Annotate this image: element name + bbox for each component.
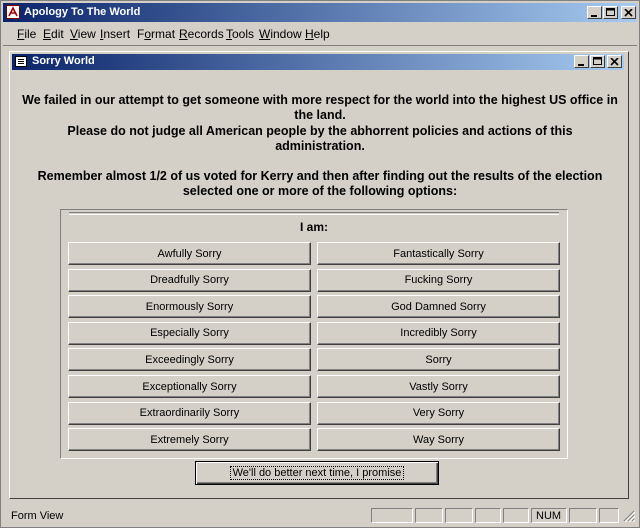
access-app-icon[interactable] (6, 5, 20, 19)
status-panel (371, 508, 413, 523)
close-button[interactable] (621, 6, 636, 19)
status-panel (445, 508, 473, 523)
status-panel (599, 508, 619, 523)
menu-insert[interactable]: Insert (100, 27, 130, 41)
sorry-option-button[interactable]: Awfully Sorry (68, 242, 311, 265)
minimize-button[interactable] (587, 6, 602, 19)
sorry-option-button[interactable]: Vastly Sorry (317, 375, 560, 398)
form-icon[interactable] (15, 56, 27, 67)
sorry-option-button[interactable]: Extraordinarily Sorry (68, 401, 311, 425)
menu-bar: File Edit View Insert Format Records Tools Wind… (3, 23, 637, 46)
sorry-option-button[interactable]: Fantastically Sorry (317, 242, 560, 265)
group-divider (69, 212, 559, 215)
status-bar: Form View NUM (3, 507, 637, 525)
sorry-option-button[interactable]: Exceptionally Sorry (68, 375, 311, 398)
menu-file[interactable]: File (17, 27, 36, 41)
menu-edit[interactable]: Edit (43, 27, 64, 41)
maximize-icon (593, 57, 602, 65)
close-icon (610, 57, 619, 66)
app-title: Apology To The World (24, 6, 141, 18)
form-titlebar[interactable]: Sorry World (12, 54, 624, 70)
form-title: Sorry World (32, 55, 95, 67)
resize-grip-icon[interactable] (623, 510, 635, 522)
menu-window[interactable]: Window (259, 27, 302, 41)
num-lock-panel: NUM (531, 508, 567, 523)
menu-tools[interactable]: Tools (226, 27, 254, 41)
sorry-option-button[interactable]: Very Sorry (317, 401, 560, 425)
form-maximize-button[interactable] (590, 55, 605, 68)
sorry-option-button[interactable]: Fucking Sorry (317, 268, 560, 292)
apology-message-2: Please do not judge all American people … (67, 124, 573, 153)
promise-button[interactable]: We'll do better next time, I promise (195, 461, 439, 485)
sorry-option-button[interactable]: Way Sorry (317, 428, 560, 452)
sorry-option-button[interactable]: Sorry (317, 348, 560, 372)
sorry-option-button[interactable]: God Damned Sorry (317, 295, 560, 319)
sorry-option-button[interactable]: Enormously Sorry (68, 295, 311, 319)
form-close-button[interactable] (607, 55, 622, 68)
sorry-option-button[interactable]: Extremely Sorry (68, 428, 311, 452)
sorry-option-button[interactable]: Especially Sorry (68, 321, 311, 345)
options-group: I am: Awfully Sorry Dreadfully Sorry Enorm… (60, 209, 568, 459)
menu-view[interactable]: View (70, 27, 96, 41)
menu-help[interactable]: Help (305, 27, 330, 41)
app-titlebar[interactable]: Apology To The World (3, 3, 637, 22)
form-minimize-button[interactable] (574, 55, 589, 68)
minimize-icon (591, 14, 597, 17)
promise-button-label: We'll do better next time, I promise (229, 466, 405, 480)
sorry-option-button[interactable]: Exceedingly Sorry (68, 348, 311, 372)
app-window: Apology To The World File Edit View Insert F… (0, 0, 640, 528)
restore-button[interactable] (603, 6, 618, 19)
status-panel (569, 508, 597, 523)
form-window: Sorry World We failed in our attempt to … (9, 51, 629, 499)
group-label: I am: (299, 220, 328, 234)
menu-records[interactable]: Records (179, 27, 224, 41)
sorry-option-button[interactable]: Dreadfully Sorry (68, 268, 311, 292)
close-icon (624, 8, 633, 17)
status-panel (503, 508, 529, 523)
sorry-option-button[interactable]: Incredibly Sorry (317, 321, 560, 345)
apology-message-3: Remember almost 1/2 of us voted for Kerr… (37, 169, 603, 198)
num-lock-indicator: NUM (536, 510, 562, 522)
minimize-icon (578, 63, 584, 66)
maximize-icon (606, 8, 615, 16)
status-text: Form View (11, 510, 64, 522)
menu-format[interactable]: Format (137, 27, 175, 41)
status-panel (475, 508, 501, 523)
apology-message-1: We failed in our attempt to get someone … (22, 93, 618, 122)
status-panel (415, 508, 443, 523)
